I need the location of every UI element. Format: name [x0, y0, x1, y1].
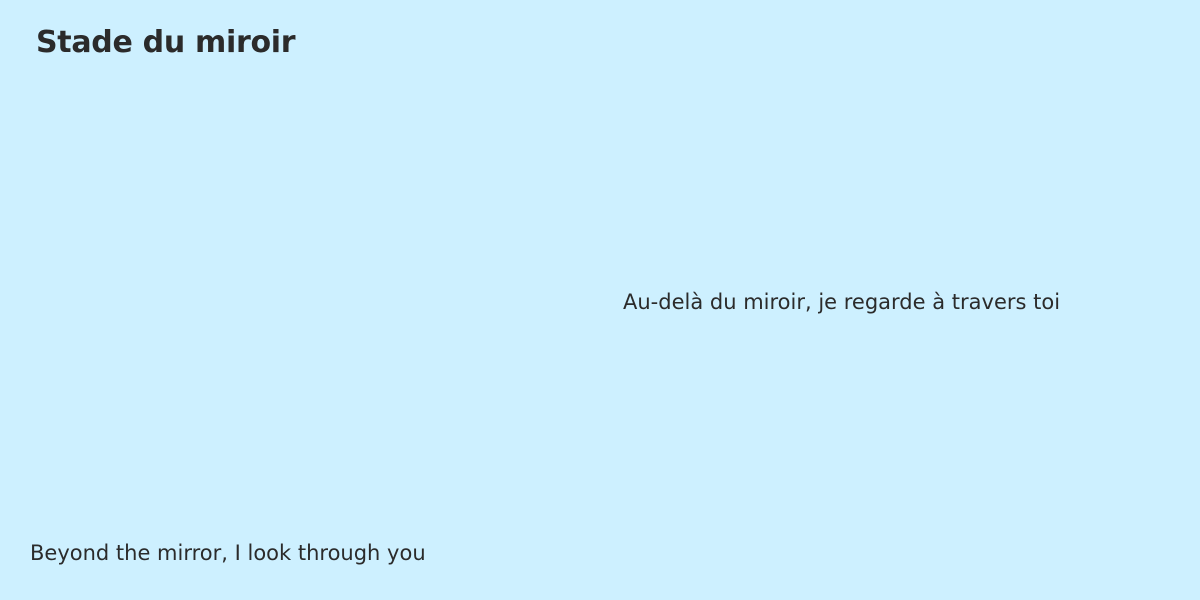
english-quote-text: Beyond the mirror, I look through you: [30, 541, 426, 565]
french-quote-text: Au-delà du miroir, je regarde à travers …: [623, 290, 1061, 314]
page-title: Stade du miroir: [36, 25, 296, 60]
